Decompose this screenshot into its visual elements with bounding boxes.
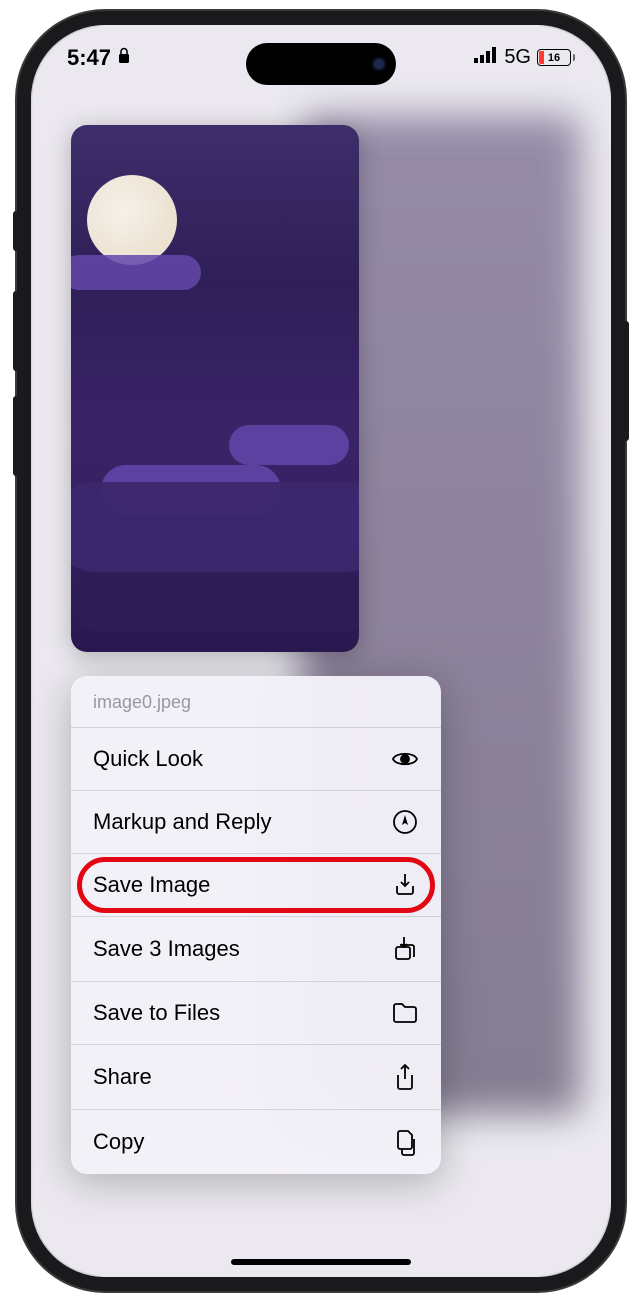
context-menu: image0.jpeg Quick Look Markup and Reply … [71,676,441,1174]
silent-switch [13,211,19,251]
phone-frame: 5:47 5G 16 [17,11,625,1291]
menu-item-save-to-files[interactable]: Save to Files [71,981,441,1044]
signal-icon [474,46,498,69]
menu-item-markup-reply[interactable]: Markup and Reply [71,790,441,853]
menu-item-label: Copy [93,1129,144,1155]
menu-item-copy[interactable]: Copy [71,1109,441,1174]
home-indicator[interactable] [231,1259,411,1265]
download-icon [391,872,419,898]
menu-item-label: Markup and Reply [93,809,272,835]
menu-item-label: Quick Look [93,746,203,772]
status-time: 5:47 [67,45,111,71]
volume-down-button [13,396,19,476]
menu-item-label: Share [93,1064,152,1090]
volume-up-button [13,291,19,371]
folder-icon [391,1002,419,1024]
front-camera-icon [372,57,386,71]
copy-icon [391,1128,419,1156]
menu-item-label: Save Image [93,872,210,898]
menu-filename: image0.jpeg [71,676,441,727]
markup-icon [391,809,419,835]
screen: 5:47 5G 16 [31,25,611,1277]
network-label: 5G [504,46,531,69]
menu-item-share[interactable]: Share [71,1044,441,1109]
dynamic-island [246,43,396,85]
download-multi-icon [391,935,419,963]
power-button [623,321,629,441]
battery-icon: 16 [537,49,575,66]
menu-item-label: Save 3 Images [93,936,240,962]
image-preview[interactable] [71,125,359,652]
share-icon [391,1063,419,1091]
menu-item-save-3-images[interactable]: Save 3 Images [71,916,441,981]
lock-icon [117,45,131,71]
menu-item-save-image[interactable]: Save Image [71,853,441,916]
menu-item-quick-look[interactable]: Quick Look [71,727,441,790]
moon-illustration [87,175,177,265]
battery-level: 16 [548,52,560,64]
menu-item-label: Save to Files [93,1000,220,1026]
eye-icon [391,749,419,769]
